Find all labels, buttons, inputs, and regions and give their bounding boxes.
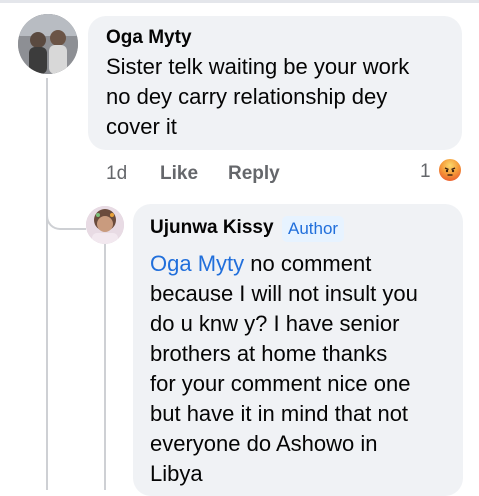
- reply-text-line: everyone do Ashowo in: [150, 431, 378, 456]
- thread-line-vertical: [46, 78, 48, 490]
- reply-author[interactable]: Ujunwa Kissy: [150, 217, 274, 239]
- author-badge: Author: [282, 216, 345, 242]
- angry-reaction-icon[interactable]: [437, 157, 463, 183]
- reply-text-line: brothers at home thanks: [150, 341, 388, 366]
- comment-timestamp: 1d: [106, 163, 128, 184]
- reply-text-line: because I will not insult you: [150, 281, 418, 306]
- profile-photo-icon: [18, 14, 78, 74]
- like-button[interactable]: Like: [160, 163, 198, 185]
- comment-text-line: Sister telk waiting be your work: [106, 54, 410, 79]
- reply-avatar[interactable]: [86, 206, 124, 244]
- comment-author[interactable]: Oga Myty: [106, 27, 192, 49]
- avatar[interactable]: [18, 14, 78, 74]
- thread-line-reply: [104, 244, 106, 490]
- angry-face-icon: [444, 167, 456, 176]
- reply-text-line: for your comment nice one: [150, 371, 411, 396]
- reaction-count[interactable]: 1: [420, 161, 431, 183]
- reply-text-line: Oga Myty no comment: [150, 249, 418, 279]
- profile-photo-icon: [86, 206, 124, 244]
- comment-text-line: no dey carry relationship dey: [106, 84, 388, 109]
- reply-button[interactable]: Reply: [228, 163, 280, 185]
- reply-text-line: but have it in mind that not: [150, 401, 409, 426]
- thread-line-branch: [46, 190, 86, 230]
- comment-text-line: cover it: [106, 114, 177, 139]
- reply-text-line: Libya: [150, 461, 203, 486]
- reply-text: Oga Myty no comment because I will not i…: [150, 249, 418, 489]
- mention-link[interactable]: Oga Myty: [150, 251, 244, 276]
- reply-text-line: do u knw y? I have senior: [150, 311, 400, 336]
- reply-text-fragment: no comment: [244, 251, 372, 276]
- comment-text: Sister telk waiting be your work no dey …: [106, 52, 409, 142]
- top-divider: [0, 0, 479, 3]
